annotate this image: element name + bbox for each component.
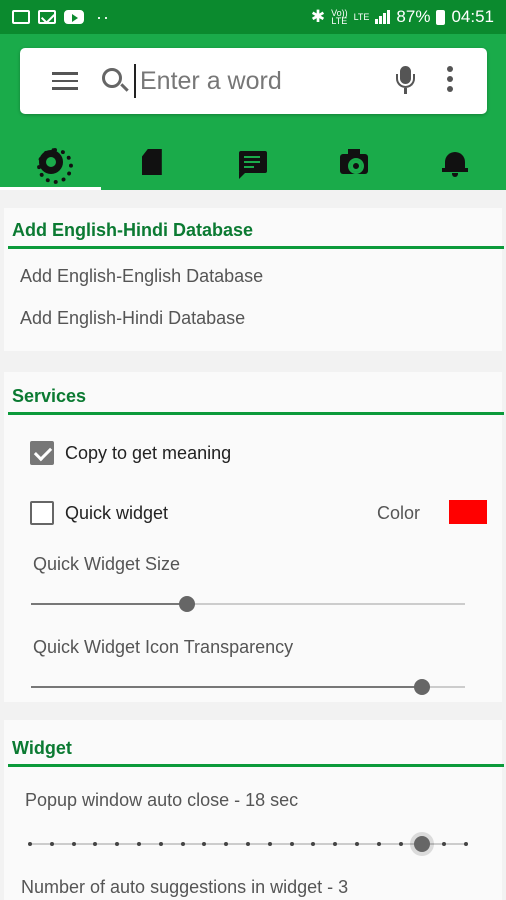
widget-section-title: Widget (12, 738, 72, 758)
database-section: Add English-Hindi Database Add English-E… (4, 208, 504, 351)
quick-widget-transparency-label: Quick Widget Icon Transparency (33, 637, 294, 657)
mail-notification-icon (38, 10, 56, 24)
slider-tick (333, 842, 338, 846)
overflow-menu-icon[interactable] (447, 66, 453, 96)
tab-bar (0, 134, 506, 190)
gear-icon (36, 148, 73, 184)
quick-widget-size-slider[interactable] (31, 594, 465, 614)
battery-icon (436, 9, 446, 25)
widget-section: Widget Popup window auto close - 18 sec … (4, 720, 504, 900)
tab-messages[interactable] (202, 134, 303, 190)
tab-settings[interactable] (0, 134, 102, 190)
color-swatch[interactable] (449, 500, 487, 524)
slider-tick (376, 842, 381, 846)
slider-tick (311, 842, 316, 846)
slider-tick (115, 842, 120, 846)
microphone-icon[interactable] (396, 66, 415, 100)
lte-indicator: LTE (353, 12, 370, 22)
quick-widget-label: Quick widget (65, 503, 169, 523)
more-notifications-icon: ·· (96, 6, 110, 27)
slider-tick (137, 842, 141, 846)
tab-database[interactable] (101, 134, 202, 190)
auto-close-slider[interactable] (28, 834, 468, 854)
bluetooth-icon: ✱ (310, 7, 326, 26)
tab-camera[interactable] (304, 134, 405, 190)
slider-tick (442, 842, 447, 846)
slider-thumb[interactable] (179, 596, 196, 612)
search-bar (20, 48, 487, 114)
section-divider (8, 412, 504, 415)
volte-indicator: Vo)) LTE (331, 8, 348, 26)
slider-thumb[interactable] (413, 679, 430, 695)
slider-tick (28, 842, 32, 846)
copy-to-get-meaning-checkbox[interactable] (30, 441, 54, 465)
menu-icon[interactable] (52, 72, 78, 90)
add-english-hindi-database[interactable]: Add English-Hindi Database (20, 308, 245, 329)
tab-notifications[interactable] (405, 134, 506, 190)
app-bar (0, 34, 506, 190)
slider-tick (224, 842, 229, 846)
add-english-english-database[interactable]: Add English-English Database (20, 266, 263, 287)
color-label: Color (377, 503, 421, 523)
bell-icon (442, 152, 469, 177)
slider-tick (93, 842, 98, 846)
battery-percent: 87% (396, 7, 431, 26)
section-divider (8, 764, 504, 767)
image-notification-icon (12, 10, 30, 24)
camera-icon (340, 149, 369, 174)
search-input[interactable] (134, 64, 384, 98)
slider-tick (49, 842, 54, 846)
slider-tick (289, 842, 294, 846)
slider-tick (464, 842, 468, 846)
clock: 04:51 (451, 7, 494, 26)
slider-tick (246, 842, 250, 846)
quick-widget-transparency-slider[interactable] (31, 677, 465, 697)
chat-icon (239, 151, 267, 179)
search-icon (102, 68, 122, 88)
database-section-title: Add English-Hindi Database (12, 220, 254, 240)
section-divider (8, 246, 504, 249)
quick-widget-checkbox[interactable] (30, 501, 54, 525)
auto-suggestions-label: Number of auto suggestions in widget - 3 (21, 877, 349, 897)
slider-thumb[interactable] (414, 836, 431, 852)
slider-tick (355, 842, 359, 846)
slider-tick (267, 842, 272, 846)
quick-widget-size-label: Quick Widget Size (33, 554, 181, 574)
slider-tick (158, 842, 163, 846)
services-section: Services Copy to get meaning Quick widge… (4, 372, 504, 702)
auto-close-label: Popup window auto close - 18 sec (25, 790, 299, 810)
youtube-notification-icon (64, 10, 84, 24)
sd-card-icon (141, 149, 162, 175)
services-section-title: Services (12, 386, 87, 406)
copy-to-get-meaning-label: Copy to get meaning (65, 443, 232, 463)
settings-content: Add English-Hindi Database Add English-E… (0, 190, 506, 900)
status-bar: ·· ✱ Vo)) LTE LTE 87% 04:51 (0, 0, 506, 34)
slider-tick (71, 842, 76, 846)
signal-icon (375, 10, 391, 24)
slider-tick (398, 842, 403, 846)
slider-tick (202, 842, 207, 846)
slider-tick (180, 842, 185, 846)
